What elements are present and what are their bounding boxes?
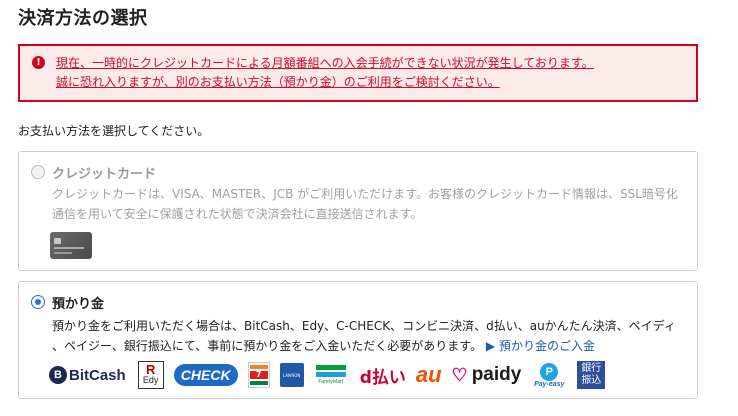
bitcash-logo: B BitCash xyxy=(49,360,126,390)
au-logo: au xyxy=(415,362,442,387)
ccheck-logo: CHECK xyxy=(173,364,238,386)
alert-line-1: 現在、一時的にクレジットカードによる月額番組への入会手続ができない状況が発生して… xyxy=(56,56,594,70)
arrow-right-icon: ▶ xyxy=(485,339,496,353)
d-barai-logo: d払い xyxy=(359,367,406,388)
seven-eleven-logo: 7 xyxy=(247,362,270,388)
deposit-desc-line-2: 、ペイジー、銀行振込にて、事前に預かり金をご入金いただく必要があります。 xyxy=(52,339,483,353)
credit-card-label: クレジットカード xyxy=(52,167,157,182)
deposit-description: 預かり金をご利用いただく場合は、BitCash、Edy、C-CHECK、コンビニ… xyxy=(52,316,676,356)
payeasy-logo: P Pay-easy xyxy=(531,360,567,390)
edy-logo: R Edy xyxy=(137,361,164,389)
page-title: 決済方法の選択 xyxy=(18,8,148,29)
credit-card-icon xyxy=(50,232,92,259)
alert-line-2: 誠に恐れ入りますが、別のお支払い方法（預かり金）のご利用をご検討ください。 xyxy=(56,75,500,89)
deposit-label: 預かり金 xyxy=(52,297,105,312)
credit-card-description: クレジットカードは、VISA、MASTER、JCB がご利用いただけます。お客様… xyxy=(52,184,678,224)
lawson-logo: LAWSON xyxy=(279,363,304,387)
credit-card-desc-line-1: クレジットカードは、VISA、MASTER、JCB がご利用いただけます。お客様… xyxy=(52,187,678,201)
payment-option-credit-card[interactable]: クレジットカード クレジットカードは、VISA、MASTER、JCB がご利用い… xyxy=(18,151,698,271)
payment-logos: B BitCash R Edy CHECK 7 LAWSON FamilyMart … xyxy=(49,360,606,390)
exclamation-icon: ! xyxy=(32,56,45,69)
paidy-logo: ♡ paidy xyxy=(451,364,522,385)
payment-instruction: お支払い方法を選択してください。 xyxy=(18,124,210,138)
credit-card-unavailable-alert: ! 現在、一時的にクレジットカードによる月額番組への入会手続ができない状況が発生… xyxy=(18,44,698,102)
familymart-logo: FamilyMart xyxy=(314,362,348,388)
payment-option-deposit[interactable]: 預かり金 預かり金をご利用いただく場合は、BitCash、Edy、C-CHECK… xyxy=(18,281,698,399)
credit-card-desc-line-2: 通信を用いて安全に保護された状態で決済会社に直接送信されます。 xyxy=(52,207,423,221)
deposit-topup-link-text: 預かり金のご入金 xyxy=(498,339,595,353)
deposit-desc-line-1: 預かり金をご利用いただく場合は、BitCash、Edy、C-CHECK、コンビニ… xyxy=(52,319,676,333)
bank-transfer-logo: 銀行 振込 xyxy=(577,361,606,389)
deposit-topup-link[interactable]: ▶ 預かり金のご入金 xyxy=(486,339,595,353)
credit-card-radio[interactable] xyxy=(31,165,45,179)
deposit-radio[interactable] xyxy=(31,295,45,309)
deposit-desc-line-2-row: 、ペイジー、銀行振込にて、事前に預かり金をご入金いただく必要があります。 ▶ 預… xyxy=(52,336,676,356)
